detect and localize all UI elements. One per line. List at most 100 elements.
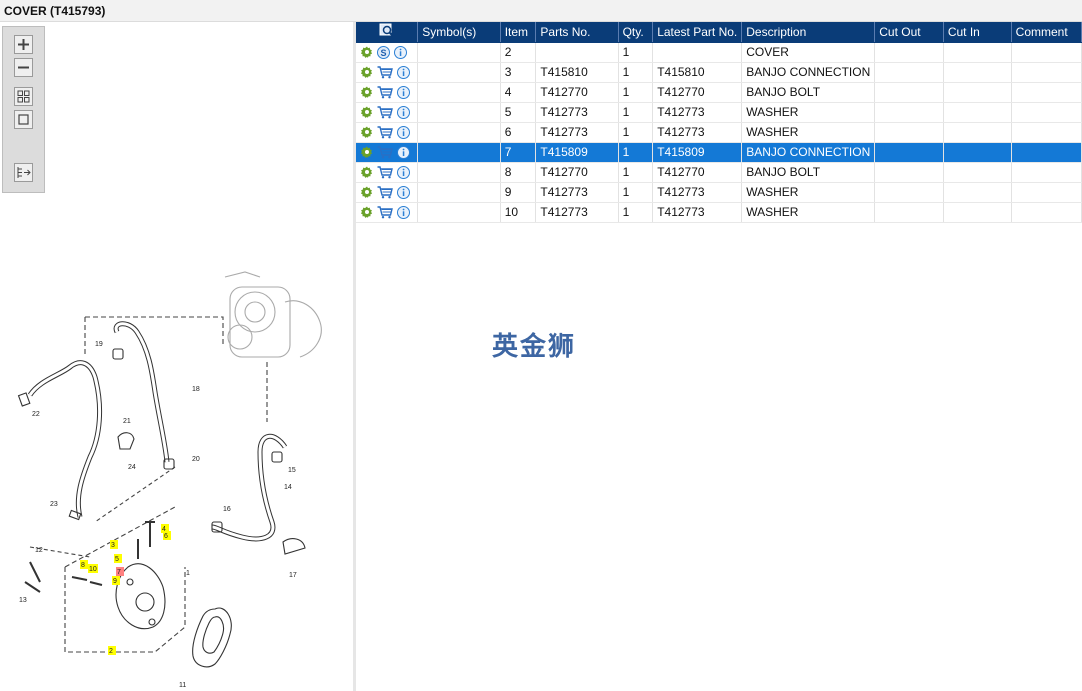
gear-icon[interactable] bbox=[361, 146, 373, 158]
table-row[interactable]: 8 T412770 1 T412770 BANJO BOLT bbox=[356, 162, 1082, 183]
cell-comment[interactable] bbox=[1011, 122, 1082, 143]
cell-latest-part-no[interactable]: T412770 bbox=[652, 82, 743, 103]
cell-item[interactable]: 3 bbox=[500, 62, 537, 83]
info-icon[interactable] bbox=[397, 65, 410, 79]
cell-cut-out[interactable] bbox=[874, 182, 944, 203]
actual-size-icon[interactable] bbox=[14, 110, 33, 129]
info-icon[interactable] bbox=[397, 185, 410, 199]
cell-latest-part-no[interactable]: T412773 bbox=[652, 102, 743, 123]
cell-description[interactable]: WASHER bbox=[741, 182, 876, 203]
cell-description[interactable]: BANJO BOLT bbox=[741, 162, 876, 183]
cart-icon[interactable] bbox=[377, 145, 393, 159]
cell-parts-no[interactable]: T412773 bbox=[535, 182, 619, 203]
cell-cut-in[interactable] bbox=[943, 122, 1012, 143]
info-icon[interactable] bbox=[394, 45, 407, 59]
info-icon[interactable] bbox=[397, 205, 410, 219]
exploded-parts-diagram[interactable]: 191822 212420 151423 16121 171311 4 6 3 … bbox=[0, 247, 353, 691]
cart-icon[interactable] bbox=[377, 185, 393, 199]
col-header-item[interactable]: Item bbox=[500, 22, 537, 43]
cell-cut-in[interactable] bbox=[943, 142, 1012, 163]
col-header-cut-in[interactable]: Cut In bbox=[943, 22, 1012, 43]
gear-icon[interactable] bbox=[361, 206, 373, 218]
cell-latest-part-no[interactable]: T412773 bbox=[652, 122, 743, 143]
table-row[interactable]: 10 T412773 1 T412773 WASHER bbox=[356, 202, 1082, 223]
cell-symbols[interactable] bbox=[417, 102, 501, 123]
cell-cut-in[interactable] bbox=[943, 182, 1012, 203]
col-header-qty[interactable]: Qty. bbox=[618, 22, 654, 43]
gear-icon[interactable] bbox=[361, 46, 373, 58]
cell-qty[interactable]: 1 bbox=[618, 122, 654, 143]
cell-symbols[interactable] bbox=[417, 162, 501, 183]
cell-symbols[interactable] bbox=[417, 82, 501, 103]
cell-cut-in[interactable] bbox=[943, 82, 1012, 103]
cell-cut-in[interactable] bbox=[943, 202, 1012, 223]
cell-latest-part-no[interactable]: T412773 bbox=[652, 182, 743, 203]
cell-comment[interactable] bbox=[1011, 42, 1082, 63]
gear-icon[interactable] bbox=[361, 126, 373, 138]
cell-item[interactable]: 10 bbox=[500, 202, 537, 223]
cell-cut-out[interactable] bbox=[874, 42, 944, 63]
table-row[interactable]: 5 T412773 1 T412773 WASHER bbox=[356, 102, 1082, 123]
cell-item[interactable]: 6 bbox=[500, 122, 537, 143]
col-header-description[interactable]: Description bbox=[741, 22, 876, 43]
cell-parts-no[interactable]: T412773 bbox=[535, 202, 619, 223]
cell-qty[interactable]: 1 bbox=[618, 202, 654, 223]
table-row[interactable]: S 2 1 COVER bbox=[356, 42, 1082, 63]
cell-symbols[interactable] bbox=[417, 182, 501, 203]
cell-latest-part-no[interactable]: T415810 bbox=[652, 62, 743, 83]
cart-icon[interactable] bbox=[377, 65, 393, 79]
col-header-cut-out[interactable]: Cut Out bbox=[874, 22, 944, 43]
info-icon[interactable] bbox=[397, 165, 410, 179]
gear-icon[interactable] bbox=[361, 86, 373, 98]
col-header-symbols[interactable]: Symbol(s) bbox=[417, 22, 501, 43]
s-badge-icon[interactable]: S bbox=[377, 45, 390, 59]
cart-icon[interactable] bbox=[377, 105, 393, 119]
cell-qty[interactable]: 1 bbox=[618, 102, 654, 123]
cell-parts-no[interactable]: T412773 bbox=[535, 102, 619, 123]
cell-cut-out[interactable] bbox=[874, 162, 944, 183]
cell-latest-part-no[interactable]: T412773 bbox=[652, 202, 743, 223]
cell-qty[interactable]: 1 bbox=[618, 62, 654, 83]
zoom-in-icon[interactable] bbox=[14, 35, 33, 54]
col-header-parts-no[interactable]: Parts No. bbox=[535, 22, 619, 43]
cart-icon[interactable] bbox=[377, 85, 393, 99]
info-icon[interactable] bbox=[397, 105, 410, 119]
gear-icon[interactable] bbox=[361, 66, 373, 78]
cell-latest-part-no[interactable]: T412770 bbox=[652, 162, 743, 183]
cell-comment[interactable] bbox=[1011, 202, 1082, 223]
gear-icon[interactable] bbox=[361, 166, 373, 178]
cell-parts-no[interactable]: T415810 bbox=[535, 62, 619, 83]
cell-comment[interactable] bbox=[1011, 102, 1082, 123]
cell-cut-out[interactable] bbox=[874, 62, 944, 83]
cell-description[interactable]: WASHER bbox=[741, 202, 876, 223]
cell-latest-part-no[interactable]: T415809 bbox=[652, 142, 743, 163]
cell-cut-in[interactable] bbox=[943, 102, 1012, 123]
cell-cut-in[interactable] bbox=[943, 62, 1012, 83]
col-header-comment[interactable]: Comment bbox=[1011, 22, 1082, 43]
cell-qty[interactable]: 1 bbox=[618, 42, 654, 63]
cell-cut-out[interactable] bbox=[874, 202, 944, 223]
cell-parts-no[interactable]: T415809 bbox=[535, 142, 619, 163]
cell-latest-part-no[interactable] bbox=[652, 42, 743, 63]
illustration-pane[interactable]: 19 18 22 21 24 20 15 14 23 16 12 1 17 13 11 4 6 3 … bbox=[0, 22, 353, 691]
cell-description[interactable]: BANJO CONNECTION bbox=[741, 142, 876, 163]
gear-icon[interactable] bbox=[361, 186, 373, 198]
cell-qty[interactable]: 1 bbox=[618, 182, 654, 203]
cart-icon[interactable] bbox=[377, 205, 393, 219]
cell-comment[interactable] bbox=[1011, 162, 1082, 183]
table-row[interactable]: 4 T412770 1 T412770 BANJO BOLT bbox=[356, 82, 1082, 103]
cell-qty[interactable]: 1 bbox=[618, 142, 654, 163]
cell-description[interactable]: BANJO BOLT bbox=[741, 82, 876, 103]
table-row[interactable]: 6 T412773 1 T412773 WASHER bbox=[356, 122, 1082, 143]
cell-comment[interactable] bbox=[1011, 142, 1082, 163]
cell-symbols[interactable] bbox=[417, 42, 501, 63]
cell-symbols[interactable] bbox=[417, 62, 501, 83]
export-icon[interactable] bbox=[14, 163, 33, 182]
cell-cut-out[interactable] bbox=[874, 102, 944, 123]
cell-item[interactable]: 8 bbox=[500, 162, 537, 183]
cart-icon[interactable] bbox=[377, 125, 393, 139]
cell-description[interactable]: BANJO CONNECTION bbox=[741, 62, 876, 83]
cell-item[interactable]: 5 bbox=[500, 102, 537, 123]
cell-cut-out[interactable] bbox=[874, 82, 944, 103]
info-icon[interactable] bbox=[397, 85, 410, 99]
